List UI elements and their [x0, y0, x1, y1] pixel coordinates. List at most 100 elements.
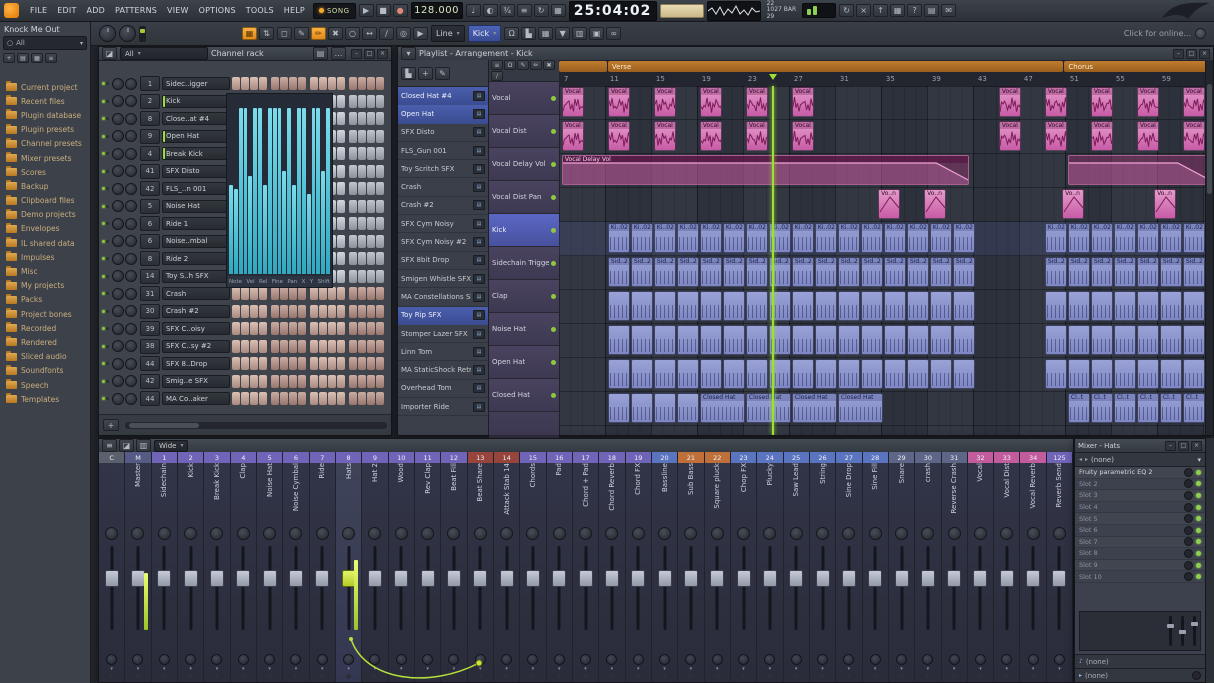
strip-stereo-knob[interactable] [896, 654, 907, 665]
mixer-strip[interactable]: 16 Pad ▾ [546, 452, 573, 682]
menu-edit[interactable]: EDIT [52, 6, 81, 15]
step-cell[interactable] [376, 322, 384, 336]
step-cell[interactable] [241, 357, 249, 371]
mixer-strip-number[interactable]: 34 [1020, 452, 1046, 463]
playlist-clip[interactable] [1090, 291, 1113, 321]
step-cell[interactable] [358, 374, 366, 388]
playlist-clip[interactable]: Vocal [791, 87, 814, 117]
strip-pan-knob[interactable] [658, 527, 672, 540]
browser-item[interactable]: Packs [0, 293, 90, 307]
velocity-bar[interactable] [258, 108, 263, 274]
channel-volume-knob[interactable] [125, 322, 137, 335]
mute-led[interactable] [102, 187, 105, 191]
rack-detach-icon[interactable]: ◪ [102, 47, 117, 60]
velocity-bar[interactable] [277, 108, 282, 274]
strip-pan-knob[interactable] [631, 527, 645, 540]
mute-led[interactable] [102, 117, 105, 121]
browser-item[interactable]: Demo projects [0, 208, 90, 222]
playlist-clip[interactable]: Ki..02 [653, 223, 676, 253]
step-cell[interactable] [337, 322, 345, 336]
track-mute-led[interactable] [551, 359, 556, 365]
playlist-clip[interactable] [1182, 291, 1205, 321]
mixer-detach-icon[interactable]: ◪ [119, 439, 134, 452]
strip-route-arrow[interactable]: ▾ [163, 667, 166, 672]
step-cell[interactable] [259, 357, 267, 371]
strip-route-led[interactable] [161, 674, 167, 679]
mixer-strip[interactable]: 3 Break Kick ▾ [204, 452, 231, 682]
track-mute-led[interactable] [551, 227, 556, 233]
step-cell[interactable] [319, 322, 327, 336]
strip-stereo-knob[interactable] [290, 654, 302, 665]
step-cell[interactable] [367, 357, 375, 371]
channel-pan-knob[interactable] [112, 165, 124, 178]
strip-fader[interactable] [99, 544, 124, 632]
strip-stereo-knob[interactable] [501, 654, 513, 665]
playlist-clip[interactable] [1044, 325, 1067, 355]
select-tool-icon[interactable]: ◻ [277, 27, 292, 40]
playlist-clip[interactable]: Cl..t [1067, 393, 1090, 423]
mute-led[interactable] [102, 82, 105, 86]
picker-item[interactable]: SFX Cym Noisy ▤ [398, 215, 488, 234]
channel-volume-knob[interactable] [125, 182, 137, 195]
step-cell[interactable] [376, 77, 384, 91]
mixer-strip[interactable]: 23 Chop FX ▾ [730, 452, 758, 682]
playlist-clip[interactable] [607, 291, 630, 321]
strip-route-led[interactable] [714, 674, 720, 679]
step-cell[interactable] [349, 269, 357, 283]
step-cell[interactable] [337, 392, 345, 406]
fader-handle[interactable] [920, 570, 935, 588]
mixer-strip-number[interactable]: 2 [177, 452, 204, 463]
playlist-clip[interactable]: Sid..2 [699, 257, 722, 287]
browser-item[interactable]: Impulses [0, 250, 90, 264]
step-cell[interactable] [337, 287, 345, 301]
strip-fader[interactable] [942, 544, 967, 632]
step-cell[interactable] [349, 234, 357, 248]
step-cell[interactable] [241, 304, 249, 318]
solo-led[interactable] [106, 362, 109, 366]
step-cell[interactable] [271, 339, 279, 353]
strip-fader[interactable] [626, 544, 651, 632]
playlist-clip[interactable]: Vo..n [924, 189, 947, 219]
velocity-bar[interactable] [248, 176, 253, 274]
mixer-strip[interactable]: 4 Clap ▾ [230, 452, 257, 682]
rack-menu-icon[interactable]: … [331, 47, 346, 60]
browser-item[interactable]: Templates [0, 392, 90, 406]
strip-route-arrow[interactable]: ▾ [716, 667, 719, 672]
picker-item[interactable]: Stomper Lazer SFX ▤ [398, 325, 488, 344]
step-cell[interactable] [367, 304, 375, 318]
step-cell[interactable] [358, 164, 366, 178]
track-mute-led[interactable] [551, 95, 556, 101]
channel-button[interactable]: SFX Disto [162, 164, 230, 178]
step-cell[interactable] [367, 164, 375, 178]
mixer-view-icon[interactable]: ▥ [136, 439, 151, 452]
strip-fader[interactable] [757, 544, 782, 632]
graph-target-y[interactable]: Y [310, 279, 313, 285]
strip-fader[interactable] [389, 544, 414, 632]
fader-handle[interactable] [315, 570, 330, 588]
step-cell[interactable] [349, 182, 357, 196]
playlist-clip[interactable] [791, 325, 814, 355]
mute-led[interactable] [102, 379, 105, 383]
step-cell[interactable] [349, 339, 357, 353]
step-cell[interactable] [337, 234, 345, 248]
step-cell[interactable] [349, 129, 357, 143]
velocity-bar[interactable] [229, 185, 233, 274]
strip-stereo-knob[interactable] [922, 654, 934, 665]
step-cell[interactable] [232, 304, 240, 318]
step-cell[interactable] [250, 287, 258, 301]
wait-for-input-icon[interactable]: ◐ [482, 4, 498, 17]
strip-route-arrow[interactable]: ▾ [742, 667, 745, 672]
playlist-clip[interactable]: Closed Hat [699, 393, 745, 423]
strip-stereo-knob[interactable] [817, 654, 829, 665]
playlist-clip[interactable]: Vocal [791, 121, 814, 151]
mute-led[interactable] [102, 274, 105, 278]
step-cell[interactable] [349, 147, 357, 161]
strip-route-arrow[interactable]: ▾ [558, 667, 561, 672]
strip-route-led[interactable] [504, 674, 510, 679]
playlist-clip[interactable]: Ki..02 [1159, 223, 1182, 253]
strip-fader[interactable] [836, 544, 861, 632]
blend-recording-icon[interactable]: ≡ [516, 4, 532, 17]
mute-led[interactable] [102, 397, 105, 401]
maximize-button[interactable]: □ [1178, 440, 1189, 451]
strip-route-led[interactable] [899, 674, 904, 679]
